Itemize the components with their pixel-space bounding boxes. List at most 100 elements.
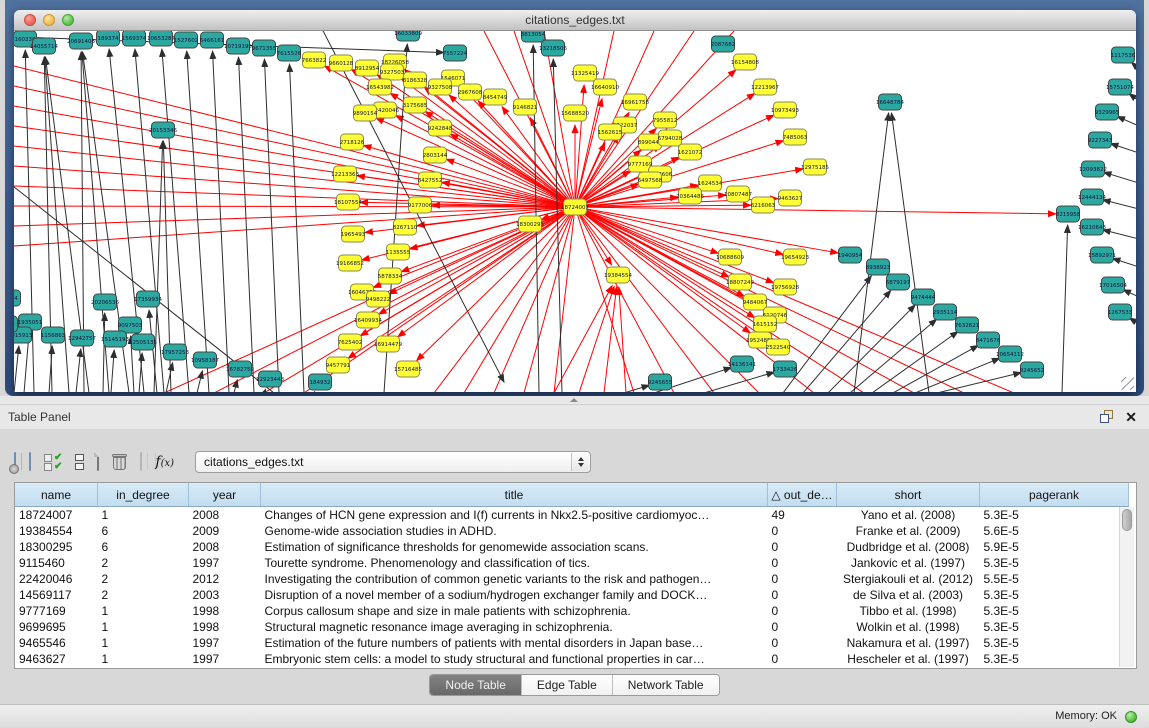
graph-node[interactable]: 7955812 [653,112,678,128]
graph-node[interactable]: 8215958 [1056,206,1081,222]
graph-node[interactable]: 15892971 [1088,247,1116,263]
graph-node[interactable]: 15716485 [394,361,422,377]
graph-node[interactable]: 8471676 [976,332,1001,348]
graph-node[interactable]: 1527602 [174,32,199,48]
graph-node[interactable]: 2087682 [711,36,736,52]
graph-node[interactable]: 6216063 [751,197,776,213]
graph-node[interactable]: 9177006 [408,197,433,213]
graph-node[interactable]: 18107554 [334,194,362,210]
graph-node[interactable]: 18807249 [726,274,754,290]
graph-node[interactable]: 9242848 [428,120,453,136]
delete-column-button[interactable] [112,453,127,471]
select-columns-button[interactable]: ✔ ✔ [44,454,62,471]
graph-node[interactable]: 15688520 [561,105,589,121]
graph-node[interactable]: 12213363 [331,166,359,182]
graph-node[interactable]: 16033809 [394,31,422,41]
graph-node[interactable]: 12213967 [751,79,779,95]
float-panel-icon[interactable] [1100,410,1113,423]
graph-node[interactable]: 12505135 [129,334,157,350]
table-row[interactable]: 977716911998Corpus callosum shape and si… [15,603,1129,619]
graph-node[interactable]: 7625402 [338,334,363,350]
table-row[interactable]: 911546021997Tourette syndrome. Phenomeno… [15,555,1129,571]
graph-node[interactable]: 16648784 [876,94,904,110]
resize-grip-icon[interactable] [1121,377,1134,390]
graph-node[interactable]: 7663822 [302,52,327,68]
graph-node[interactable]: 14136141 [728,356,756,372]
graph-node[interactable]: 6794028 [658,130,683,146]
graph-node[interactable]: 9484067 [743,294,768,310]
graph-node[interactable]: 6497568 [638,172,663,188]
zoom-window-icon[interactable] [62,14,74,26]
graph-node[interactable]: 1940954 [838,247,863,263]
graph-node[interactable]: 10653287 [147,31,175,46]
graph-node[interactable]: 16640910 [591,79,619,95]
row-height-button[interactable] [75,454,84,470]
graph-node[interactable]: 8813054 [521,31,546,42]
graph-node[interactable]: 5878334 [378,268,403,284]
graph-node[interactable]: 1621072 [678,144,703,160]
graph-node[interactable]: 19654923 [781,249,809,265]
graph-node[interactable]: 7485063 [783,129,808,145]
graph-node[interactable]: 11325419 [571,65,599,81]
column-header-name[interactable]: name [15,483,98,507]
tab-network-table[interactable]: Network Table [612,675,719,695]
graph-node[interactable]: 184932 [309,374,332,390]
graph-node[interactable]: 1624534 [698,175,723,191]
table-row[interactable]: 1872400712008Changes of HCN gene express… [15,507,1129,524]
graph-node[interactable]: 1117536 [1111,47,1136,63]
table-scrollbar[interactable] [1119,507,1134,667]
graph-node[interactable]: 8938923 [866,259,891,275]
graph-node[interactable]: 17359934 [134,291,162,307]
column-header-year[interactable]: year [189,483,261,507]
graph-node[interactable]: 12093822 [1079,161,1107,177]
graph-node[interactable]: 20206536 [91,294,119,310]
graph-node[interactable]: 8267110 [393,219,418,235]
graph-node[interactable]: 8427552 [418,172,443,188]
graph-node[interactable]: 12975185 [801,159,829,175]
table-row[interactable]: 1938455462009Genome-wide association stu… [15,523,1129,539]
network-window-titlebar[interactable]: citations_edges.txt [14,10,1136,31]
column-header-pagerank[interactable]: pagerank [980,483,1129,507]
graph-node[interactable]: 8454749 [483,89,508,105]
graph-node[interactable]: 1135555 [386,244,411,260]
graph-node[interactable]: 12444134 [1078,189,1106,205]
graph-node[interactable]: 2967608 [458,84,483,100]
graph-node[interactable]: 16210643 [1078,219,1106,235]
column-header-in_degree[interactable]: in_degree [98,483,189,507]
graph-node[interactable]: 9329965 [1095,104,1120,120]
graph-node[interactable]: 9245655 [648,374,673,390]
table-selector-dropdown[interactable]: citations_edges.txt [195,451,591,473]
graph-node[interactable]: 7632621 [955,317,980,333]
graph-node[interactable]: 9245652 [1020,362,1045,378]
table-row[interactable]: 2242004622012Investigating the contribut… [15,571,1129,587]
graph-node[interactable]: 6466161 [200,32,225,48]
close-panel-icon[interactable]: ✕ [1125,408,1137,426]
graph-node[interactable]: 15751074 [1106,79,1134,95]
graph-node[interactable]: 14055714 [30,38,58,54]
graph-node[interactable]: 1156863 [41,327,66,343]
graph-node[interactable]: 20691406 [67,33,95,49]
citation-network-graph[interactable]: 1603381405571420691406189374156937410653… [14,31,1136,392]
close-window-icon[interactable] [24,14,36,26]
graph-node[interactable]: 17016504 [1099,277,1127,293]
graph-node[interactable]: 9660128 [329,55,354,71]
graph-node[interactable]: 16961758 [621,94,649,110]
graph-node[interactable]: 10807487 [724,186,752,202]
graph-node[interactable]: 3175685 [403,97,428,113]
tab-edge-table[interactable]: Edge Table [521,675,612,695]
graph-node[interactable]: 8186328 [403,72,428,88]
graph-node[interactable]: 19166852 [336,255,364,271]
create-column-button[interactable] [97,453,99,471]
graph-node[interactable]: 10688609 [716,249,744,265]
graph-node[interactable]: 9327503 [380,64,405,80]
function-builder-button[interactable]: f(x) [155,454,174,470]
graph-node[interactable]: 20364486 [676,188,704,204]
graph-node[interactable]: 16409934 [354,312,382,328]
graph-node[interactable]: 16782759 [226,361,254,377]
graph-node[interactable]: 13552 [14,316,18,332]
graph-node[interactable]: 1562615 [598,124,623,140]
tab-node-table[interactable]: Node Table [430,675,521,695]
graph-node[interactable]: 18300295 [516,216,544,232]
graph-node[interactable]: 2522540 [766,339,791,355]
table-row[interactable]: 946554611997Estimation of the future num… [15,635,1129,651]
